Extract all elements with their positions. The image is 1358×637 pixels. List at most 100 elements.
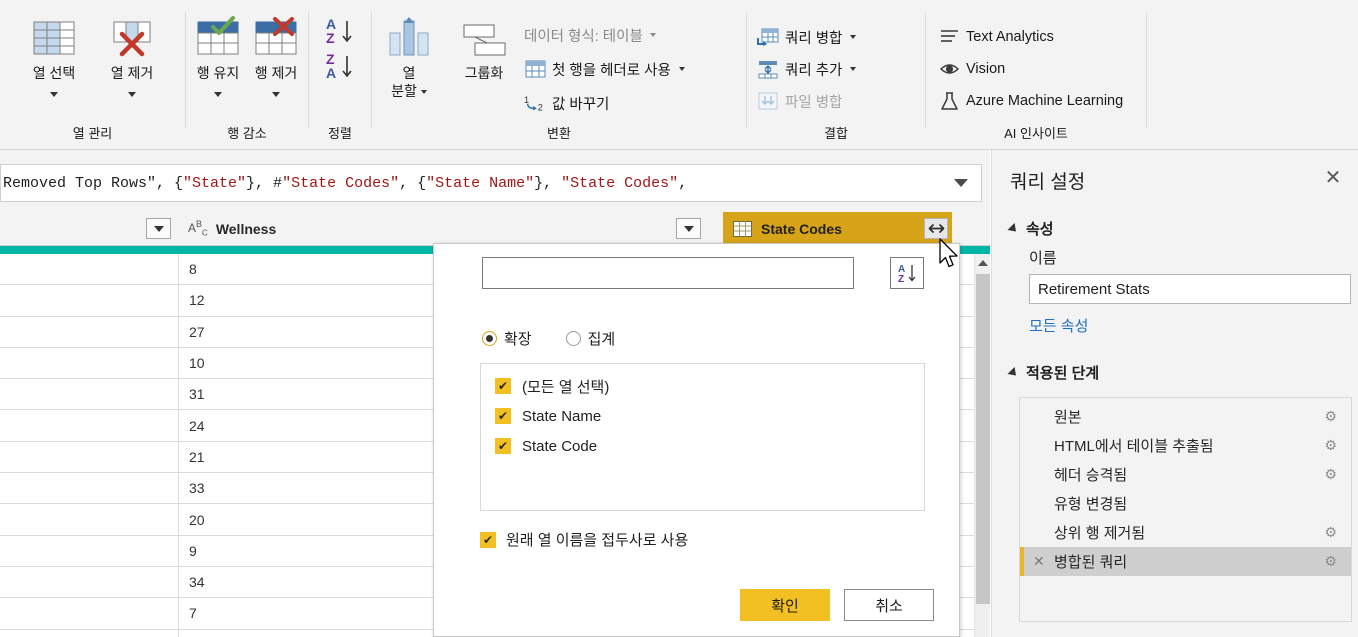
cell-blank[interactable] <box>0 379 179 410</box>
formula-bar-expand-button[interactable] <box>941 165 981 201</box>
azure-machine-learning-button[interactable]: Azure Machine Learning <box>938 88 1123 114</box>
cell-blank[interactable] <box>0 410 179 441</box>
grid-vertical-scrollbar[interactable] <box>974 254 990 637</box>
checkbox-item-select-all[interactable]: (모든 열 선택) <box>481 371 924 401</box>
scrollbar-thumb[interactable] <box>976 274 990 604</box>
column-header-wellness[interactable]: ABC Wellness <box>180 212 709 245</box>
cell-blank[interactable] <box>0 285 179 316</box>
svg-text:1: 1 <box>524 95 529 105</box>
cell-blank[interactable] <box>0 566 179 598</box>
sort-descending-icon: Z A <box>326 51 352 81</box>
properties-section-label: 속성 <box>1026 221 1054 238</box>
query-name-input[interactable]: Retirement Stats <box>1029 274 1351 304</box>
mode-radio-group: 확장 집계 <box>482 328 615 349</box>
group-by-label: 그룹화 <box>464 65 504 81</box>
text-analytics-button[interactable]: Text Analytics <box>938 24 1054 50</box>
append-queries-button[interactable]: 쿼리 추가 <box>757 56 857 82</box>
use-first-row-dropdown-icon[interactable] <box>678 67 685 71</box>
search-field[interactable] <box>482 257 854 289</box>
radio-aggregate[interactable]: 집계 <box>565 328 616 349</box>
chevron-down-icon <box>683 225 694 232</box>
group-by-button[interactable]: 그룹화 <box>448 12 520 82</box>
split-column-label-1: 열 <box>402 65 416 81</box>
sort-ascending-button[interactable]: A Z <box>326 16 354 49</box>
remove-columns-icon <box>96 12 168 64</box>
filter-button-wellness[interactable] <box>676 218 701 239</box>
remove-columns-button[interactable]: 열 제거 <box>96 12 168 100</box>
data-type-dropdown-icon[interactable] <box>649 33 656 37</box>
sort-button[interactable]: A Z <box>890 257 924 289</box>
applied-step-item[interactable]: HTML에서 테이블 추출됨 ⚙ <box>1020 431 1351 460</box>
merge-queries-button[interactable]: 쿼리 병합 <box>757 24 857 50</box>
split-column-dropdown-icon[interactable] <box>420 90 427 95</box>
properties-section-header[interactable]: 속성 <box>1007 218 1054 239</box>
keep-rows-button[interactable]: 행 유지 <box>188 12 248 100</box>
radio-label-aggregate: 집계 <box>587 331 616 348</box>
remove-rows-dropdown-icon[interactable] <box>272 92 280 97</box>
applied-step-item-active[interactable]: ✕ 병합된 쿼리 ⚙ <box>1020 547 1351 576</box>
applied-step-item[interactable]: 상위 행 제거됨 ⚙ <box>1020 518 1351 547</box>
checkbox-label-select-all: (모든 열 선택) <box>522 378 610 396</box>
close-icon[interactable]: ✕ <box>1320 164 1346 190</box>
data-type-menu[interactable]: 데이터 형식: 테이블 <box>524 22 656 48</box>
formula-bar-text[interactable]: Removed Top Rows", {"State"}, #"State Co… <box>1 175 941 192</box>
checkbox-select-all[interactable] <box>495 378 511 394</box>
cell-blank[interactable] <box>0 598 179 629</box>
cancel-button[interactable]: 취소 <box>844 589 934 621</box>
remove-rows-button[interactable]: 행 제거 <box>246 12 306 100</box>
gear-icon[interactable]: ⚙ <box>1324 524 1337 541</box>
applied-steps-section-header[interactable]: 적용된 단계 <box>1007 362 1099 383</box>
delete-step-icon[interactable]: ✕ <box>1033 553 1045 570</box>
merge-queries-dropdown-icon[interactable] <box>850 35 857 39</box>
gear-icon[interactable]: ⚙ <box>1324 408 1337 425</box>
radio-expand[interactable]: 확장 <box>482 328 532 349</box>
cell-blank[interactable] <box>0 629 179 637</box>
keep-rows-dropdown-icon[interactable] <box>214 92 222 97</box>
cell-blank[interactable] <box>0 504 179 535</box>
dialog-buttons: 확인 취소 <box>740 589 934 621</box>
keep-rows-icon <box>188 12 248 64</box>
cell-blank[interactable] <box>0 441 179 473</box>
gear-icon[interactable]: ⚙ <box>1324 466 1337 483</box>
choose-columns-button[interactable]: 열 선택 <box>18 12 90 100</box>
replace-values-label: 값 바꾸기 <box>552 96 610 113</box>
cell-blank[interactable] <box>0 347 179 379</box>
search-input[interactable] <box>483 258 853 288</box>
ok-button[interactable]: 확인 <box>740 589 830 621</box>
vision-button[interactable]: Vision <box>938 56 1005 82</box>
use-first-row-as-headers-button[interactable]: 첫 행을 헤더로 사용 <box>524 56 685 82</box>
keep-rows-label: 행 유지 <box>196 65 240 81</box>
applied-step-item[interactable]: 유형 변경됨 <box>1020 489 1351 518</box>
applied-step-item[interactable]: 원본 ⚙ <box>1020 402 1351 431</box>
column-header-row: ABC Wellness State Codes <box>0 212 990 246</box>
scroll-up-button[interactable] <box>975 254 991 272</box>
cell-blank[interactable] <box>0 254 179 285</box>
applied-step-item[interactable]: 헤더 승격됨 ⚙ <box>1020 460 1351 489</box>
applied-step-label: 상위 행 제거됨 <box>1054 525 1146 542</box>
formula-bar[interactable]: Removed Top Rows", {"State"}, #"State Co… <box>0 164 982 202</box>
cell-blank[interactable] <box>0 473 179 504</box>
cell-blank[interactable] <box>0 316 179 347</box>
gear-icon[interactable]: ⚙ <box>1324 553 1337 570</box>
cell-blank[interactable] <box>0 535 179 566</box>
replace-values-button[interactable]: 1 2 값 바꾸기 <box>524 90 609 116</box>
checkbox-state-code[interactable] <box>495 438 511 454</box>
column-header-state-codes[interactable]: State Codes <box>723 212 952 245</box>
sort-descending-button[interactable]: Z A <box>326 51 354 84</box>
checkbox-use-prefix[interactable] <box>480 531 496 548</box>
split-column-button[interactable]: 열 분할 <box>378 12 440 100</box>
all-properties-link[interactable]: 모든 속성 <box>1029 315 1088 336</box>
remove-columns-dropdown-icon[interactable] <box>128 92 136 97</box>
expand-column-button[interactable] <box>924 218 948 239</box>
choose-columns-dropdown-icon[interactable] <box>50 92 58 97</box>
append-queries-dropdown-icon[interactable] <box>850 67 857 71</box>
checkbox-item-state-code[interactable]: State Code <box>481 431 924 461</box>
checkbox-item-state-name[interactable]: State Name <box>481 401 924 431</box>
gear-icon[interactable]: ⚙ <box>1324 437 1337 454</box>
checkbox-state-name[interactable] <box>495 408 511 424</box>
filter-button-blank[interactable] <box>146 218 171 239</box>
ribbon-group-manage-columns: 열 선택 열 제거 열 관리 <box>0 4 185 148</box>
radio-dot-expand <box>482 331 497 346</box>
column-header-blank[interactable] <box>0 212 179 245</box>
use-original-name-prefix-row[interactable]: 원래 열 이름을 접두사로 사용 <box>480 529 688 550</box>
